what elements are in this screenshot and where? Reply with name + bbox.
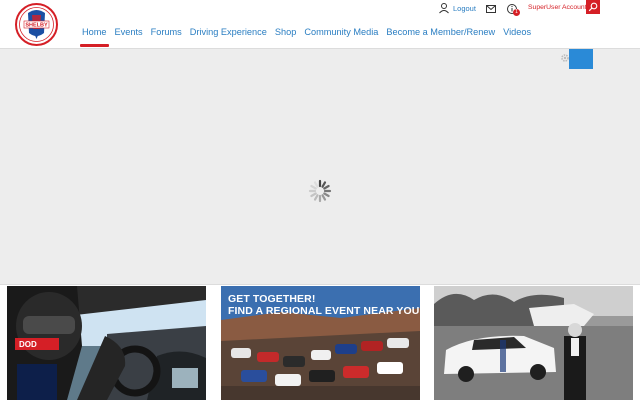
nav-community-media[interactable]: Community Media <box>300 24 382 46</box>
nav-driving-experience[interactable]: Driving Experience <box>186 24 271 46</box>
nav-home[interactable]: Home <box>78 24 111 47</box>
nav-events[interactable]: Events <box>111 24 147 46</box>
nav-become-member[interactable]: Become a Member/Renew <box>382 24 499 46</box>
hero-slider <box>0 48 640 285</box>
card-classic-shelby[interactable] <box>434 286 633 400</box>
messages-button[interactable] <box>485 2 497 20</box>
site-header: SHELBY Logout 1 SuperUser Account Home E… <box>0 0 640 48</box>
search-icon <box>588 2 598 12</box>
card-racing-driver[interactable]: DOD <box>7 286 206 400</box>
card-title-line2: FIND A REGIONAL EVENT NEAR YOU <box>228 305 420 317</box>
card-title-line1: GET TOGETHER! <box>228 293 316 305</box>
nav-forums[interactable]: Forums <box>147 24 186 46</box>
racing-driver-image: DOD <box>7 286 206 400</box>
nav-shop[interactable]: Shop <box>271 24 300 46</box>
logout-label: Logout <box>453 3 476 13</box>
account-link[interactable]: SuperUser Account <box>528 4 587 11</box>
svg-text:DOD: DOD <box>19 340 37 349</box>
notifications-button[interactable]: 1 <box>506 2 520 20</box>
shelby-logo[interactable]: SHELBY <box>14 3 59 46</box>
loading-spinner-icon <box>308 179 332 203</box>
classic-shelby-image <box>434 286 633 400</box>
svg-text:SHELBY: SHELBY <box>25 23 48 29</box>
card-regional-events[interactable]: GET TOGETHER! FIND A REGIONAL EVENT NEAR… <box>221 286 420 400</box>
main-nav: Home Events Forums Driving Experience Sh… <box>78 24 535 47</box>
search-button[interactable] <box>586 0 600 14</box>
notification-badge: 1 <box>513 9 520 16</box>
envelope-icon <box>486 5 496 13</box>
slider-settings-button[interactable] <box>569 49 593 69</box>
nav-videos[interactable]: Videos <box>499 24 535 46</box>
logout-link[interactable]: Logout <box>438 2 476 14</box>
user-icon <box>439 3 449 14</box>
